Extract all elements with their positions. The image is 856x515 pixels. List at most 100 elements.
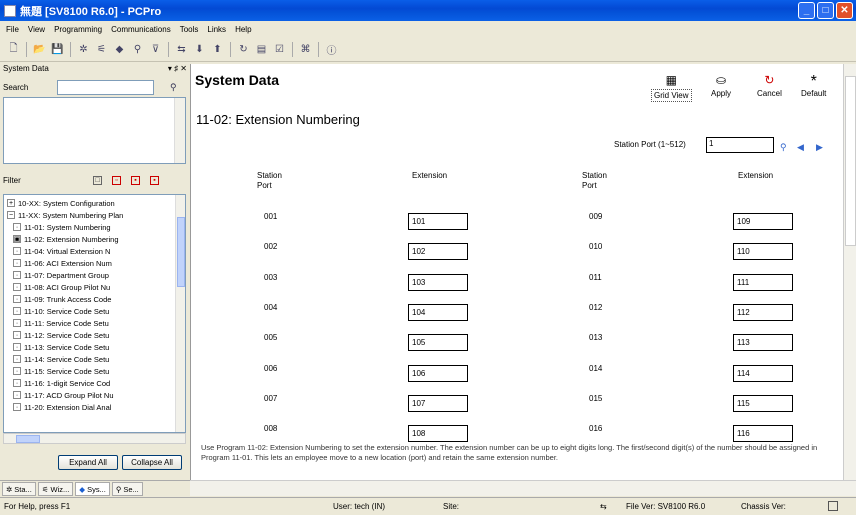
menu-view[interactable]: View bbox=[28, 25, 45, 34]
download-icon[interactable]: ⬇ bbox=[192, 42, 207, 57]
main-hscrollbar[interactable] bbox=[190, 480, 856, 496]
tree-node-box[interactable]: · bbox=[13, 247, 21, 255]
tree-item[interactable]: · 11-07: Department Group bbox=[4, 269, 185, 281]
search-input[interactable] bbox=[57, 80, 154, 95]
search-icon[interactable]: ⚲ bbox=[780, 142, 787, 153]
extension-input[interactable]: 109 bbox=[733, 213, 793, 230]
filter-icon[interactable]: ⊽ bbox=[148, 42, 163, 57]
network-icon[interactable]: ⌘ bbox=[298, 42, 313, 57]
results-scrollbar[interactable] bbox=[174, 98, 185, 163]
tree-item[interactable]: · 11-10: Service Code Setu bbox=[4, 305, 185, 317]
extension-input[interactable]: 116 bbox=[733, 425, 793, 443]
tab-search[interactable]: ⚲ Se... bbox=[111, 482, 143, 496]
tree-node-box[interactable]: ▣ bbox=[13, 235, 21, 243]
tree-node-box[interactable]: − bbox=[7, 211, 15, 219]
tree-node-box[interactable]: · bbox=[13, 367, 21, 375]
tree-node-box[interactable]: · bbox=[13, 391, 21, 399]
menu-help[interactable]: Help bbox=[235, 25, 251, 34]
extension-input[interactable]: 103 bbox=[408, 273, 468, 291]
menu-communications[interactable]: Communications bbox=[111, 25, 171, 34]
expand-all-button[interactable]: Expand All bbox=[58, 455, 118, 470]
tree-node-box[interactable]: · bbox=[13, 283, 21, 291]
menu-tools[interactable]: Tools bbox=[180, 25, 199, 34]
extension-input[interactable]: 108 bbox=[408, 425, 468, 443]
tree-item[interactable]: · 11-15: Service Code Setu bbox=[4, 365, 185, 377]
tree-node-box[interactable]: · bbox=[13, 331, 21, 339]
default-button[interactable]: * Default bbox=[801, 73, 826, 98]
menu-file[interactable]: File bbox=[6, 25, 19, 34]
tree-item[interactable]: · 11-16: 1-digit Service Cod bbox=[4, 377, 185, 389]
new-file-icon[interactable]: 🗋 bbox=[6, 42, 21, 57]
tree-item[interactable]: · 11-04: Virtual Extension N bbox=[4, 245, 185, 257]
extension-input[interactable]: 113 bbox=[733, 334, 793, 352]
settings-icon[interactable]: ✲ bbox=[76, 42, 91, 57]
refresh-icon[interactable]: ↻ bbox=[236, 42, 251, 57]
extension-input[interactable]: 111 bbox=[733, 273, 793, 291]
extension-input[interactable]: 114 bbox=[733, 364, 793, 382]
next-icon[interactable]: ▶ bbox=[816, 142, 823, 153]
menu-programming[interactable]: Programming bbox=[54, 25, 102, 34]
close-button[interactable]: ✕ bbox=[836, 2, 853, 19]
extension-input[interactable]: 104 bbox=[408, 303, 468, 321]
system-data-icon[interactable]: ◆ bbox=[112, 42, 127, 57]
tree-scrollbar[interactable] bbox=[175, 195, 185, 432]
save-icon[interactable]: 💾 bbox=[50, 42, 65, 57]
apply-button[interactable]: ⛀ Apply bbox=[711, 73, 731, 98]
extension-input[interactable]: 107 bbox=[408, 394, 468, 412]
search-results[interactable] bbox=[3, 97, 186, 164]
cancel-button[interactable]: ↻ Cancel bbox=[757, 73, 782, 98]
extension-input[interactable]: 115 bbox=[733, 394, 793, 412]
tree-item[interactable]: · 11-20: Extension Dial Anal bbox=[4, 401, 185, 413]
extension-input[interactable]: 110 bbox=[733, 243, 793, 261]
tree-node-box[interactable]: · bbox=[13, 295, 21, 303]
prev-icon[interactable]: ◀ bbox=[797, 142, 804, 153]
check-icon[interactable]: ☑ bbox=[272, 42, 287, 57]
tree-hscroll-thumb[interactable] bbox=[16, 435, 40, 443]
filter-flag-icon[interactable]: ▪ bbox=[150, 176, 159, 185]
search-icon[interactable]: ⚲ bbox=[170, 82, 177, 93]
tree-node-box[interactable]: · bbox=[13, 307, 21, 315]
tree-item[interactable]: +10-XX: System Configuration bbox=[4, 197, 185, 209]
tree-item[interactable]: · 11-11: Service Code Setu bbox=[4, 317, 185, 329]
tree-node-box[interactable]: · bbox=[13, 403, 21, 411]
extension-input[interactable]: 105 bbox=[408, 334, 468, 352]
main-vscroll-thumb[interactable] bbox=[845, 76, 856, 246]
filter-all-icon[interactable]: □ bbox=[93, 176, 102, 185]
tree-node-box[interactable]: · bbox=[13, 343, 21, 351]
open-folder-icon[interactable]: 📂 bbox=[32, 42, 47, 57]
tree-item[interactable]: · 11-17: ACD Group Pilot Nu bbox=[4, 389, 185, 401]
connect-icon[interactable]: ⇆ bbox=[174, 42, 189, 57]
tree-item[interactable]: · 11-14: Service Code Setu bbox=[4, 353, 185, 365]
menu-links[interactable]: Links bbox=[207, 25, 226, 34]
station-port-input[interactable]: 1 bbox=[706, 137, 774, 153]
tree-node-box[interactable]: · bbox=[13, 319, 21, 327]
tab-system-data[interactable]: ◆ Sys... bbox=[75, 482, 110, 496]
extension-input[interactable]: 102 bbox=[408, 243, 468, 261]
extension-input[interactable]: 101 bbox=[408, 213, 468, 230]
minimize-button[interactable]: _ bbox=[798, 2, 815, 19]
tree-item[interactable]: ▣ 11-02: Extension Numbering bbox=[4, 233, 185, 245]
tree-item[interactable]: · 11-13: Service Code Setu bbox=[4, 341, 185, 353]
extension-input[interactable]: 106 bbox=[408, 364, 468, 382]
tree-item[interactable]: · 11-06: ACI Extension Num bbox=[4, 257, 185, 269]
tree-item[interactable]: · 11-09: Trunk Access Code bbox=[4, 293, 185, 305]
tree-item[interactable]: −11-XX: System Numbering Plan bbox=[4, 209, 185, 221]
filter-changed-icon[interactable]: ▫ bbox=[112, 176, 121, 185]
panel-pin-controls[interactable]: ▾ ♯ ✕ bbox=[168, 64, 187, 75]
search-icon[interactable]: ⚲ bbox=[130, 42, 145, 57]
tab-station[interactable]: ✲ Sta... bbox=[2, 482, 36, 496]
tree-node-box[interactable]: · bbox=[13, 223, 21, 231]
filter-note-icon[interactable]: ▪ bbox=[131, 176, 140, 185]
report-icon[interactable]: ▤ bbox=[254, 42, 269, 57]
collapse-all-button[interactable]: Collapse All bbox=[122, 455, 182, 470]
upload-icon[interactable]: ⬆ bbox=[210, 42, 225, 57]
tree-scroll-thumb[interactable] bbox=[177, 217, 185, 287]
tree-item[interactable]: · 11-01: System Numbering bbox=[4, 221, 185, 233]
tab-wizard[interactable]: ⚟ Wiz... bbox=[37, 482, 74, 496]
wizard-icon[interactable]: ⚟ bbox=[94, 42, 109, 57]
tree-node-box[interactable]: · bbox=[13, 271, 21, 279]
tree-node-box[interactable]: + bbox=[7, 199, 15, 207]
tree-node-box[interactable]: · bbox=[13, 379, 21, 387]
tree-node-box[interactable]: · bbox=[13, 355, 21, 363]
main-vscrollbar[interactable] bbox=[843, 64, 856, 480]
